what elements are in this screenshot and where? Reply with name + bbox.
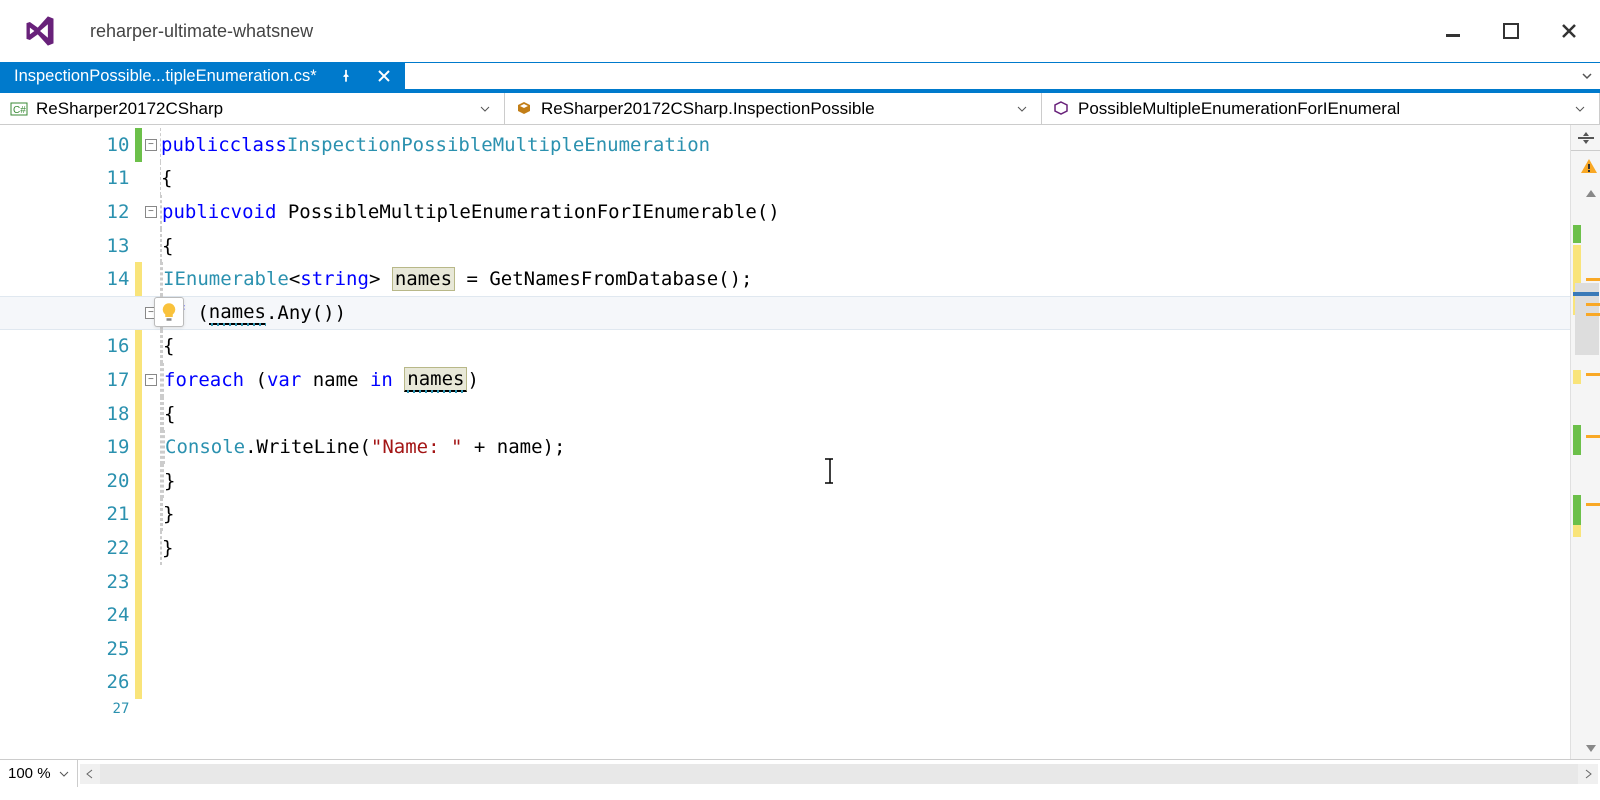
window-controls bbox=[1442, 20, 1580, 42]
marker-bar[interactable] bbox=[1570, 125, 1600, 759]
warning-tick[interactable] bbox=[1586, 435, 1600, 438]
code-line[interactable] bbox=[160, 632, 1570, 666]
code-area[interactable]: public class InspectionPossibleMultipleE… bbox=[160, 125, 1570, 759]
line-number: 19 bbox=[0, 436, 135, 458]
text-cursor-icon bbox=[823, 457, 837, 490]
line-number: 13 bbox=[0, 235, 135, 257]
line-number: 16 bbox=[0, 335, 135, 357]
scroll-down-icon[interactable] bbox=[1584, 741, 1598, 755]
namespace-dropdown[interactable]: C# ReSharper20172CSharp bbox=[0, 93, 505, 124]
code-line[interactable] bbox=[160, 565, 1570, 599]
tab-bar: InspectionPossible...tipleEnumeration.cs… bbox=[0, 63, 1600, 93]
status-bar: 100 % bbox=[0, 759, 1600, 787]
file-tab[interactable]: InspectionPossible...tipleEnumeration.cs… bbox=[0, 63, 405, 89]
split-editor-icon[interactable] bbox=[1571, 125, 1600, 151]
horizontal-scrollbar[interactable] bbox=[80, 764, 1598, 784]
code-line-current[interactable]: if (names.Any()) bbox=[0, 296, 1600, 330]
lightbulb-icon[interactable] bbox=[154, 297, 184, 327]
warning-tick[interactable] bbox=[1586, 503, 1600, 506]
member-dropdown[interactable]: PossibleMultipleEnumerationForIEnumeral bbox=[1042, 93, 1600, 124]
svg-text:C#: C# bbox=[13, 105, 26, 116]
code-line[interactable]: Console.WriteLine("Name: " + name); bbox=[160, 430, 1570, 464]
line-number: 20 bbox=[0, 470, 135, 492]
change-marker[interactable] bbox=[1573, 370, 1581, 384]
tab-overflow-icon[interactable] bbox=[1580, 69, 1594, 86]
namespace-label: ReSharper20172CSharp bbox=[36, 99, 472, 119]
code-line[interactable]: foreach (var name in names) bbox=[160, 363, 1570, 397]
fold-toggle[interactable]: − bbox=[142, 139, 160, 151]
method-icon bbox=[1052, 100, 1070, 118]
fold-toggle[interactable]: − bbox=[142, 206, 160, 218]
warning-tick[interactable] bbox=[1586, 303, 1600, 306]
code-line[interactable]: } bbox=[160, 464, 1570, 498]
line-number: 18 bbox=[0, 403, 135, 425]
vs-logo-icon bbox=[20, 11, 60, 51]
line-number: 14 bbox=[0, 268, 135, 290]
gutter: 10− 11 12− 13 14 15− 16 17− 18 19 20 21 … bbox=[0, 125, 160, 759]
line-number: 23 bbox=[0, 571, 135, 593]
title-bar: reharper-ultimate-whatsnew bbox=[0, 0, 1600, 62]
member-label: PossibleMultipleEnumerationForIEnumeral bbox=[1078, 99, 1567, 119]
cursor-marker bbox=[1573, 292, 1599, 296]
code-line[interactable]: IEnumerable<string> names = GetNamesFrom… bbox=[160, 262, 1570, 296]
close-button[interactable] bbox=[1558, 20, 1580, 42]
line-number: 22 bbox=[0, 537, 135, 559]
line-number: 26 bbox=[0, 671, 135, 693]
chevron-down-icon bbox=[1575, 99, 1589, 119]
code-line[interactable]: { bbox=[160, 397, 1570, 431]
line-number: 11 bbox=[0, 167, 135, 189]
code-line[interactable]: { bbox=[160, 330, 1570, 364]
line-number: 27 bbox=[0, 701, 135, 717]
code-line[interactable]: public void PossibleMultipleEnumerationF… bbox=[160, 195, 1570, 229]
code-line[interactable]: { bbox=[160, 229, 1570, 263]
change-marker[interactable] bbox=[1573, 525, 1581, 537]
code-line[interactable]: public class InspectionPossibleMultipleE… bbox=[160, 128, 1570, 162]
line-number: 10 bbox=[0, 134, 135, 156]
line-number: 21 bbox=[0, 503, 135, 525]
class-icon bbox=[515, 100, 533, 118]
change-marker[interactable] bbox=[1573, 495, 1581, 525]
scroll-right-icon[interactable] bbox=[1578, 764, 1598, 784]
chevron-down-icon bbox=[59, 769, 69, 779]
window-title: reharper-ultimate-whatsnew bbox=[90, 21, 1442, 42]
navigation-bar: C# ReSharper20172CSharp ReSharper20172CS… bbox=[0, 93, 1600, 125]
zoom-dropdown[interactable]: 100 % bbox=[0, 760, 78, 787]
chevron-down-icon bbox=[1017, 99, 1031, 119]
line-number: 24 bbox=[0, 604, 135, 626]
code-line[interactable]: } bbox=[160, 498, 1570, 532]
code-line[interactable] bbox=[160, 666, 1570, 700]
zoom-label: 100 % bbox=[8, 765, 51, 782]
fold-toggle[interactable]: − bbox=[142, 374, 160, 386]
tab-label: InspectionPossible...tipleEnumeration.cs… bbox=[14, 67, 317, 86]
change-marker[interactable] bbox=[1573, 425, 1581, 455]
minimize-button[interactable] bbox=[1442, 20, 1464, 42]
warning-icon[interactable] bbox=[1580, 157, 1598, 178]
close-tab-icon[interactable] bbox=[375, 67, 393, 85]
line-number: 12 bbox=[0, 201, 135, 223]
class-dropdown[interactable]: ReSharper20172CSharp.InspectionPossible bbox=[505, 93, 1042, 124]
chevron-down-icon bbox=[480, 99, 494, 119]
csharp-icon: C# bbox=[10, 100, 28, 118]
warning-tick[interactable] bbox=[1586, 278, 1600, 281]
editor: 10− 11 12− 13 14 15− 16 17− 18 19 20 21 … bbox=[0, 125, 1600, 759]
code-line[interactable]: } bbox=[160, 531, 1570, 565]
code-line[interactable] bbox=[160, 598, 1570, 632]
change-marker[interactable] bbox=[1573, 225, 1581, 243]
line-number: 25 bbox=[0, 638, 135, 660]
warning-tick[interactable] bbox=[1586, 313, 1600, 316]
pin-icon[interactable] bbox=[337, 67, 355, 85]
class-label: ReSharper20172CSharp.InspectionPossible bbox=[541, 99, 1009, 119]
code-line[interactable]: { bbox=[160, 162, 1570, 196]
scroll-track[interactable] bbox=[100, 764, 1578, 784]
line-number: 17 bbox=[0, 369, 135, 391]
maximize-button[interactable] bbox=[1500, 20, 1522, 42]
scroll-up-icon[interactable] bbox=[1584, 187, 1598, 201]
scroll-left-icon[interactable] bbox=[80, 764, 100, 784]
warning-tick[interactable] bbox=[1586, 373, 1600, 376]
